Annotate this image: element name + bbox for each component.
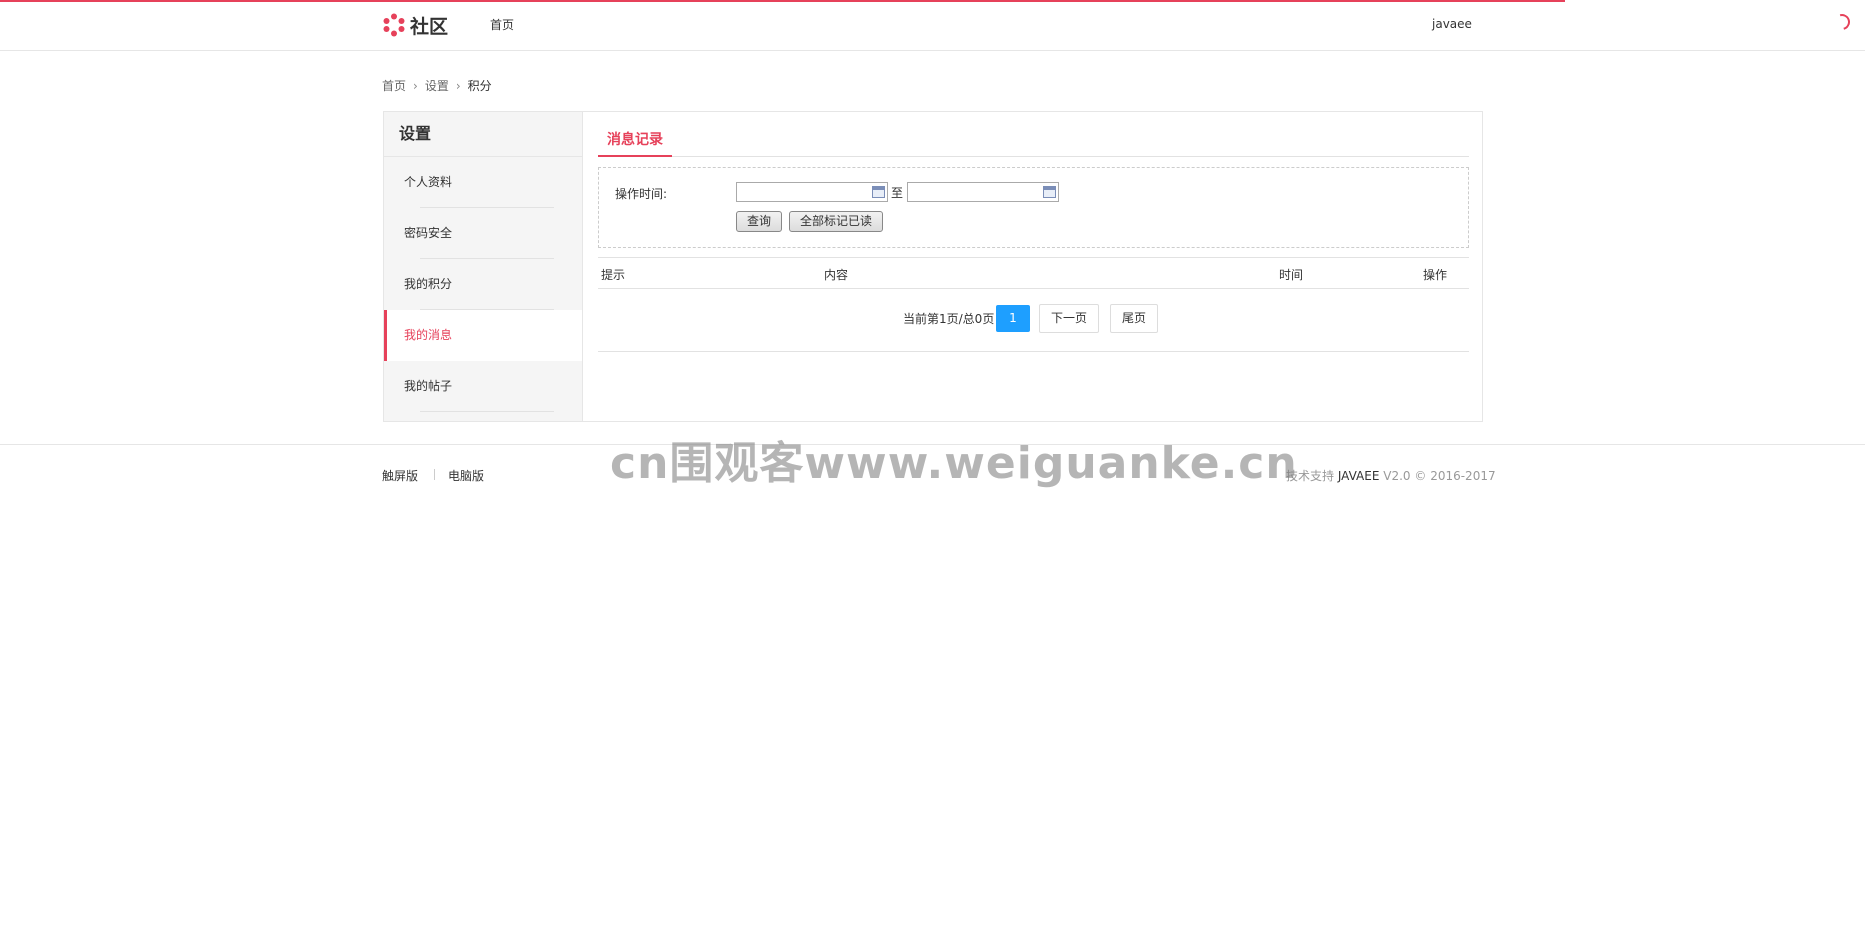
end-date-input[interactable]: [907, 182, 1059, 202]
breadcrumb-settings[interactable]: 设置: [425, 77, 449, 94]
breadcrumb-home[interactable]: 首页: [382, 77, 406, 94]
user-name-link[interactable]: javaee: [1432, 17, 1472, 31]
chevron-right-icon: ›: [413, 78, 418, 93]
query-button[interactable]: 查询: [736, 211, 783, 232]
sidebar-item-posts[interactable]: 我的帖子: [384, 361, 582, 412]
calendar-icon[interactable]: [872, 186, 885, 198]
to-label: 至: [891, 186, 904, 200]
operation-time-label: 操作时间:: [615, 187, 668, 201]
next-page-button[interactable]: 下一页: [1039, 304, 1100, 333]
page-number-current[interactable]: 1: [996, 305, 1030, 332]
page-info: 当前第1页/总0页: [903, 312, 995, 326]
copyright: 技术支持 JAVAEE V2.0 © 2016-2017: [1286, 467, 1496, 484]
sidebar-title: 设置: [384, 112, 582, 157]
footer-separator: [434, 469, 435, 480]
logo-text: 社区: [410, 15, 449, 38]
sidebar-item-points[interactable]: 我的积分: [384, 259, 582, 310]
copyright-brand: JAVAEE: [1337, 469, 1380, 483]
last-page-button[interactable]: 尾页: [1110, 304, 1159, 333]
chevron-right-icon: ›: [455, 78, 461, 93]
top-header: 社区 首页 javaee: [0, 2, 1865, 51]
settings-panel: 设置 个人资料 密码安全 我的积分 我的消息 我的帖子 消息记录 操作时间: 至…: [383, 111, 1483, 422]
nav-home-link[interactable]: 首页: [490, 16, 514, 33]
tab-bar: 消息记录: [598, 112, 1469, 157]
footer-pc-version-link[interactable]: 电脑版: [448, 467, 484, 484]
breadcrumb-current: 积分: [467, 79, 492, 93]
breadcrumb: 首页 › 设置 › 积分: [382, 77, 492, 94]
calendar-icon[interactable]: [1043, 186, 1056, 198]
sidebar-item-password[interactable]: 密码安全: [384, 208, 582, 259]
sidebar-menu: 个人资料 密码安全 我的积分 我的消息 我的帖子: [384, 157, 582, 412]
table-header: 提示 内容 时间 操作: [598, 257, 1469, 289]
column-header-time: 时间: [1279, 268, 1304, 282]
pagination: 当前第1页/总0页 1 下一页 尾页: [598, 300, 1469, 352]
column-header-content: 内容: [824, 268, 849, 282]
main-content: 消息记录 操作时间: 至 查询 全部标记已读 提示 内容 时间 操作 当前第1页…: [598, 112, 1469, 352]
start-date-input[interactable]: [736, 182, 888, 202]
logo-icon: [383, 13, 405, 37]
footer-touch-version-link[interactable]: 触屏版: [382, 467, 418, 484]
settings-sidebar: 设置 个人资料 密码安全 我的积分 我的消息 我的帖子: [384, 112, 583, 421]
filter-box: 操作时间: 至 查询 全部标记已读: [598, 167, 1469, 248]
watermark-text: cn围观客www.weiguanke.cn: [610, 438, 1298, 489]
column-header-action: 操作: [1423, 268, 1448, 282]
sidebar-item-profile[interactable]: 个人资料: [384, 157, 582, 208]
copyright-suffix: V2.0 © 2016-2017: [1383, 469, 1496, 483]
mark-all-read-button[interactable]: 全部标记已读: [789, 211, 884, 232]
logo[interactable]: 社区: [382, 11, 448, 39]
tab-message-records[interactable]: 消息记录: [598, 129, 672, 157]
sidebar-item-messages[interactable]: 我的消息: [384, 310, 582, 361]
column-header-hint: 提示: [601, 268, 626, 282]
